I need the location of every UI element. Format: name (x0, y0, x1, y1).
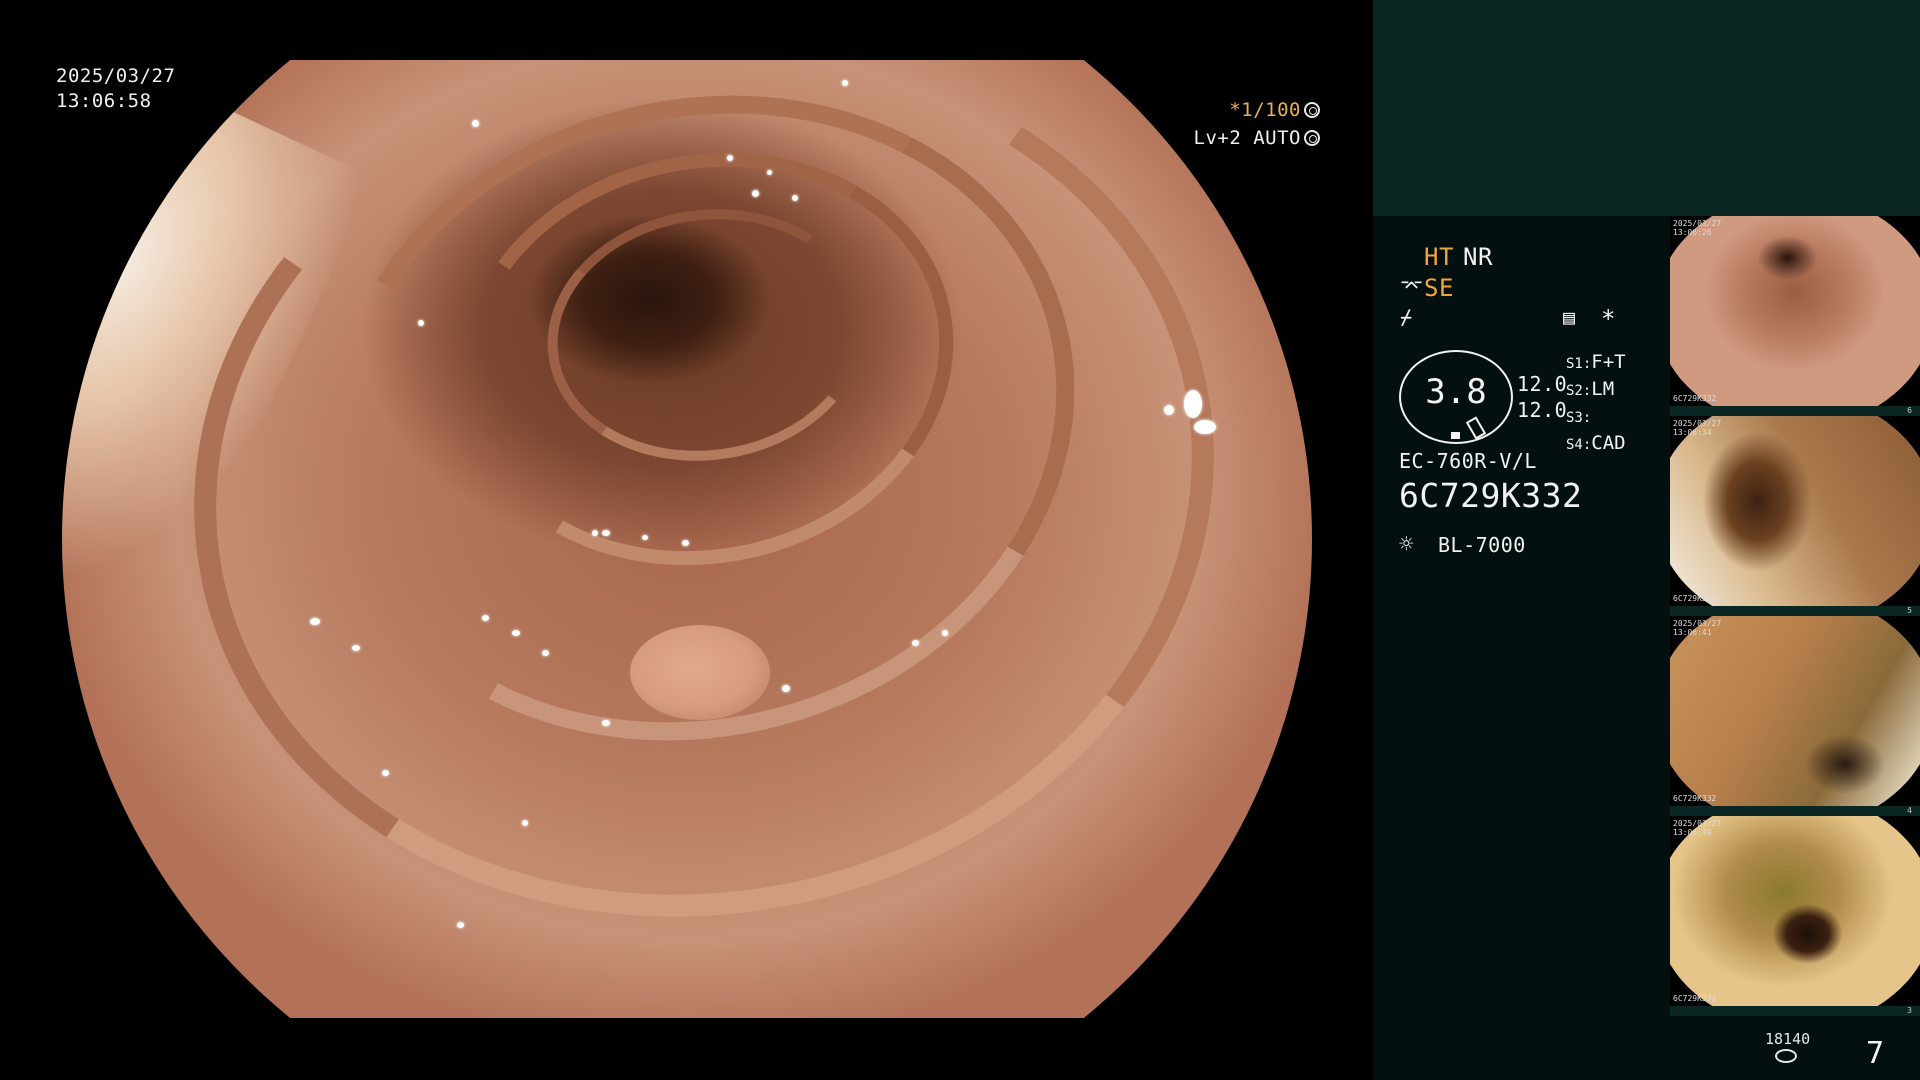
serial-number: 6C729K332 (1399, 476, 1583, 515)
value-1: 12.0 (1517, 372, 1568, 396)
specular-highlight (752, 190, 759, 197)
s2-label: S2: (1566, 383, 1592, 399)
specular-highlight (727, 155, 733, 161)
thumbnail-number: 6 (1907, 406, 1912, 415)
thumbnail-number: 3 (1907, 1006, 1912, 1015)
thumbnail-number: 5 (1907, 606, 1912, 615)
nr-mode: NR (1463, 243, 1493, 271)
specular-highlight (542, 650, 549, 656)
date-text: 2025/03/27 (56, 65, 176, 87)
thumbnail-caption-top: 2025/03/27 13:06:49 (1673, 819, 1722, 837)
specular-highlight (942, 630, 948, 636)
value-2: 12.0 (1517, 398, 1568, 422)
thumbnail-image (1670, 416, 1920, 606)
capture-thumbnail[interactable]: 2025/03/27 13:06:26 6C729K332 (1670, 216, 1920, 406)
specular-highlight (482, 615, 489, 621)
thumbnail-caption-bottom: 6C729K332 (1673, 994, 1717, 1003)
endoscope-view: 2025/03/27 13:06:58 *1/100 Lv+2 AUTO (0, 0, 1373, 1080)
specular-highlight (682, 540, 689, 546)
specular-highlight (767, 170, 772, 175)
specular-highlight (472, 120, 479, 127)
thumbnail-caption-bottom: 6C729K332 (1673, 594, 1717, 603)
specular-highlight (842, 80, 848, 86)
thumbnail-caption-bottom: 6C729K332 (1673, 394, 1717, 403)
level-text: Lv+2 AUTO (1193, 127, 1301, 149)
brightness-level: Lv+2 AUTO (1150, 126, 1320, 151)
s1-label: S1: (1566, 356, 1592, 372)
s2-value: LM (1591, 378, 1615, 400)
specular-highlight (457, 922, 464, 928)
thumbnail-caption-top: 2025/03/27 13:06:41 (1673, 619, 1722, 637)
capture-thumbnail[interactable]: 2025/03/27 13:06:34 6C729K332 (1670, 416, 1920, 606)
color-mode-icon: ⌿ (1400, 305, 1413, 329)
light-source: BL-7000 (1438, 533, 1526, 557)
thumbnail-caption-top: 2025/03/27 13:06:34 (1673, 419, 1722, 437)
endoscope-image (62, 60, 1312, 1018)
thumbnail-separator: 5 (1670, 606, 1920, 616)
capture-thumbnail[interactable]: 2025/03/27 13:06:49 6C729K332 (1670, 816, 1920, 1006)
star-mark: * (1601, 305, 1616, 333)
zoom-indicator: *1/100 (1180, 98, 1320, 123)
specular-highlight (642, 535, 648, 540)
thumbnail-number: 4 (1907, 806, 1912, 815)
specular-highlight (912, 640, 919, 646)
storage-count: 18140 (1765, 1030, 1811, 1048)
scope-model: EC-760R-V/L (1399, 449, 1537, 473)
specular-highlight (592, 530, 598, 536)
specular-highlight (1184, 390, 1202, 418)
polyp-lesion (630, 625, 770, 720)
panel-header-area (1373, 0, 1920, 216)
switch-settings: S1:F+T S2:LM S3: S4:CAD (1566, 350, 1626, 458)
specular-highlight (522, 820, 528, 826)
light-bulb-icon: ☼ (1399, 530, 1414, 558)
specular-highlight (352, 645, 360, 651)
thumbnail-image (1670, 616, 1920, 806)
scope-value: 3.8 (1425, 372, 1487, 412)
specular-highlight (1194, 420, 1216, 434)
shutter-icon (1304, 102, 1320, 118)
image-index: 7 (1866, 1036, 1885, 1071)
time-text: 13:06:58 (56, 90, 152, 112)
specular-highlight (310, 618, 320, 625)
se-mode: SE (1424, 274, 1454, 302)
thumbnail-separator: 3 (1670, 1006, 1920, 1016)
zoom-text: *1/100 (1229, 99, 1301, 121)
s4-value: CAD (1591, 432, 1626, 454)
storage-disk-icon (1775, 1049, 1797, 1063)
s1-value: F+T (1591, 351, 1626, 373)
scope-marker-icon (1451, 432, 1460, 439)
specular-highlight (602, 530, 610, 536)
ht-mode: HT (1424, 243, 1454, 271)
structure-enhance-icon: ⌤ (1400, 274, 1424, 298)
specular-highlight (512, 630, 520, 636)
thumbnail-image (1670, 816, 1920, 1006)
capture-thumbnail[interactable]: 2025/03/27 13:06:41 6C729K332 (1670, 616, 1920, 806)
settings-sheet-icon: ▤ (1563, 305, 1576, 329)
thumbnail-image (1670, 216, 1920, 406)
specular-highlight (382, 770, 389, 776)
date-time: 2025/03/27 13:06:58 (56, 64, 175, 114)
s4-label: S4: (1566, 437, 1592, 453)
specular-highlight (792, 195, 798, 201)
thumbnail-caption-top: 2025/03/27 13:06:26 (1673, 219, 1722, 237)
specular-highlight (602, 720, 610, 726)
thumbnail-caption-bottom: 6C729K332 (1673, 794, 1717, 803)
thumbnail-separator: 6 (1670, 406, 1920, 416)
s3-label: S3: (1566, 410, 1592, 426)
specular-highlight (1164, 405, 1174, 415)
specular-highlight (782, 685, 790, 692)
specular-highlight (418, 320, 424, 326)
thumbnail-separator: 4 (1670, 806, 1920, 816)
auto-brightness-icon (1304, 130, 1320, 146)
